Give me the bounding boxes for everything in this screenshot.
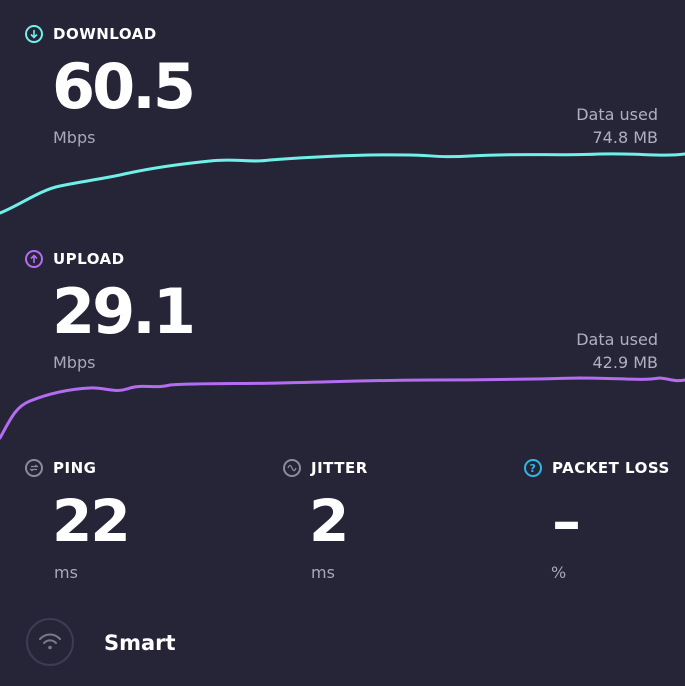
download-speed-value: 60.5 [52,50,196,123]
upload-graph-line [0,376,685,440]
download-graph [0,152,685,215]
upload-label: UPLOAD [53,250,125,268]
packet-loss-label: PACKET LOSS [552,459,670,477]
jitter-value: 2 [309,487,349,555]
connection-mode-label: Smart [104,631,176,655]
jitter-label: JITTER [311,459,368,477]
download-graph-line [0,152,685,215]
jitter-header: JITTER [283,459,368,477]
upload-speed-value: 29.1 [52,275,196,348]
ping-value: 22 [52,487,131,555]
upload-header: UPLOAD [25,250,125,268]
wifi-icon [39,633,61,650]
ping-unit: ms [54,563,78,582]
upload-graph [0,376,685,440]
download-data-used-label: Data used [576,105,658,124]
upload-arrow-icon [25,250,43,268]
jitter-unit: ms [311,563,335,582]
connection-mode-button[interactable] [26,618,74,666]
download-header: DOWNLOAD [25,25,157,43]
upload-data-used-label: Data used [576,330,658,349]
ping-header: PING [25,459,96,477]
help-question-icon[interactable]: ? [524,459,542,477]
packet-loss-value: – [552,487,581,555]
ping-icon [25,459,43,477]
packet-loss-header: ? PACKET LOSS [524,459,670,477]
packet-loss-unit: % [551,563,567,582]
jitter-icon [283,459,301,477]
download-arrow-icon [25,25,43,43]
download-label: DOWNLOAD [53,25,157,43]
ping-label: PING [53,459,97,477]
